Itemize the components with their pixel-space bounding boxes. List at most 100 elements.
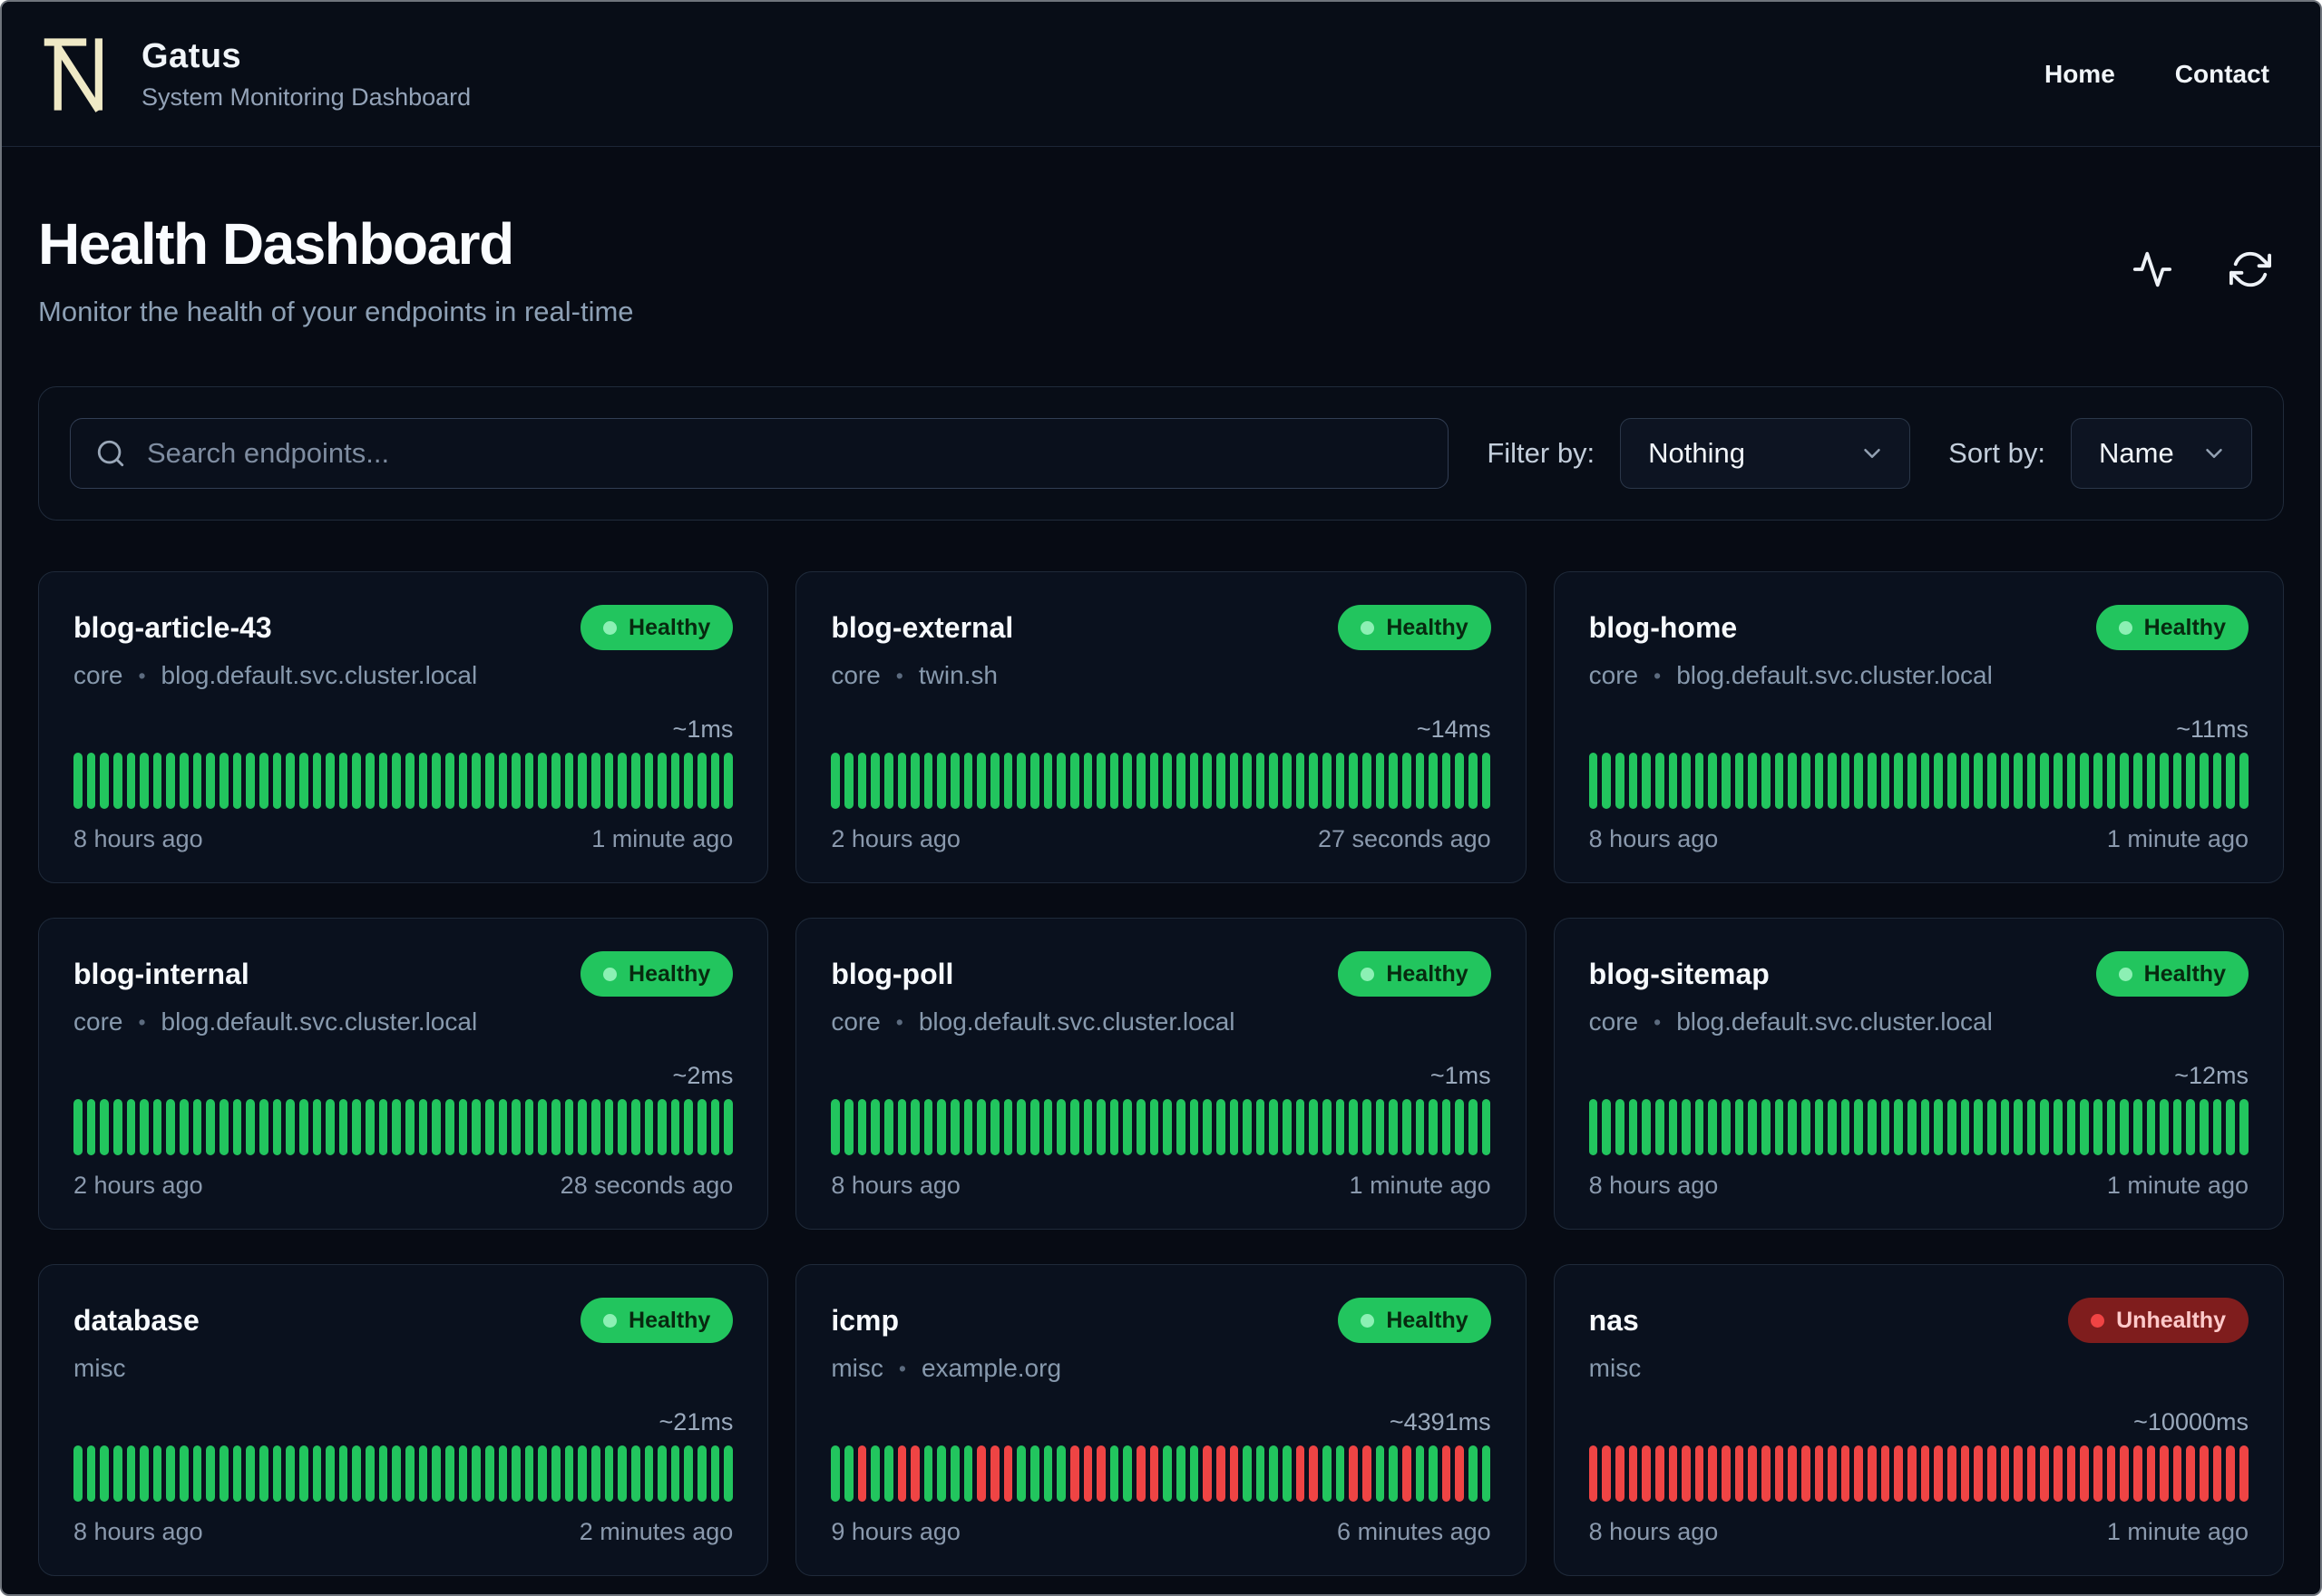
endpoint-card[interactable]: blog-external Healthy core • twin.sh ~14… — [795, 571, 1527, 883]
uptime-bar-ok — [724, 1445, 734, 1502]
uptime-bar-ok — [444, 1445, 454, 1502]
uptime-bar-ok — [684, 1099, 694, 1155]
uptime-bar-ok — [498, 753, 508, 809]
uptime-bar-ok — [844, 1099, 854, 1155]
endpoint-card[interactable]: blog-internal Healthy core • blog.defaul… — [38, 918, 769, 1230]
uptime-bar-ok — [1322, 1445, 1332, 1502]
uptime-bar-ok — [618, 753, 627, 809]
uptime-bar-ok — [392, 1445, 402, 1502]
uptime-bar-ok — [1682, 1099, 1691, 1155]
uptime-bar-ok — [871, 1099, 880, 1155]
card-footer: 8 hours ago 1 minute ago — [1589, 1172, 2249, 1200]
uptime-bar-ok — [2200, 753, 2209, 809]
endpoint-card[interactable]: blog-poll Healthy core • blog.default.sv… — [795, 918, 1527, 1230]
uptime-bar-ok — [1828, 753, 1837, 809]
uptime-bar-ok — [86, 753, 96, 809]
uptime-bar-ok — [2040, 1099, 2050, 1155]
uptime-bar-fail — [1229, 1445, 1239, 1502]
uptime-bar-ok — [86, 1445, 96, 1502]
endpoint-card[interactable]: icmp Healthy misc • example.org ~4391ms … — [795, 1264, 1527, 1576]
nav-home[interactable]: Home — [2044, 60, 2115, 89]
endpoint-host: blog.default.svc.cluster.local — [1676, 1007, 1993, 1036]
uptime-bar-ok — [1628, 1099, 1638, 1155]
sort-select[interactable]: Name — [2071, 418, 2252, 489]
uptime-bar-fail — [1137, 1445, 1146, 1502]
uptime-bar-ok — [1069, 753, 1079, 809]
endpoint-group: core — [73, 1007, 123, 1036]
oldest-timestamp: 8 hours ago — [1588, 1518, 1719, 1545]
uptime-bar-ok — [272, 1099, 282, 1155]
uptime-bar-fail — [1361, 1445, 1371, 1502]
brand-text: Gatus System Monitoring Dashboard — [141, 37, 471, 112]
activity-icon[interactable] — [2132, 248, 2173, 290]
uptime-bar-ok — [418, 753, 428, 809]
endpoint-meta: misc — [1589, 1354, 2249, 1383]
page: Gatus System Monitoring Dashboard Home C… — [0, 0, 2322, 1596]
uptime-bar-fail — [1960, 1445, 1970, 1502]
uptime-bar-ok — [1722, 1099, 1731, 1155]
refresh-icon[interactable] — [2229, 248, 2271, 290]
uptime-bar-fail — [1828, 1445, 1837, 1502]
uptime-bar-ok — [220, 753, 229, 809]
status-badge: Healthy — [580, 951, 734, 997]
uptime-bar-ok — [923, 1099, 933, 1155]
status-dot-icon — [2091, 1313, 2105, 1328]
uptime-bar-ok — [206, 1445, 216, 1502]
newest-timestamp: 1 minute ago — [1349, 1172, 1491, 1199]
uptime-bar-ok — [1628, 753, 1638, 809]
endpoint-group: core — [831, 1007, 881, 1036]
endpoint-card[interactable]: database Healthy misc ~21ms 8 hours ago … — [38, 1264, 769, 1576]
uptime-bar-ok — [378, 753, 388, 809]
uptime-bar-ok — [232, 753, 242, 809]
card-footer: 8 hours ago 1 minute ago — [73, 825, 733, 853]
uptime-bars — [831, 1099, 1491, 1155]
uptime-bar-ok — [1375, 1099, 1385, 1155]
uptime-bar-fail — [990, 1445, 1000, 1502]
uptime-bar-ok — [1057, 1445, 1066, 1502]
endpoint-card[interactable]: nas Unhealthy misc ~10000ms 8 hours ago … — [1553, 1264, 2284, 1576]
uptime-bar-ok — [1654, 1099, 1664, 1155]
newest-timestamp: 6 minutes ago — [1337, 1518, 1491, 1545]
uptime-bar-ok — [498, 1445, 508, 1502]
uptime-bar-fail — [1628, 1445, 1638, 1502]
endpoint-meta: core • twin.sh — [831, 661, 1490, 690]
uptime-bar-ok — [1401, 753, 1411, 809]
uptime-bar-ok — [512, 1445, 521, 1502]
endpoint-card[interactable]: blog-sitemap Healthy core • blog.default… — [1553, 918, 2284, 1230]
endpoint-meta: core • blog.default.svc.cluster.local — [1589, 1007, 2249, 1036]
gatus-logo-icon — [42, 29, 116, 120]
uptime-bar-ok — [312, 753, 322, 809]
latency-label: ~14ms — [1416, 715, 1491, 743]
uptime-bar-ok — [1017, 1099, 1026, 1155]
endpoint-group: misc — [831, 1354, 883, 1382]
uptime-bar-ok — [1615, 1099, 1624, 1155]
uptime-bar-ok — [1920, 753, 1930, 809]
nav-contact[interactable]: Contact — [2175, 60, 2269, 89]
uptime-bar-ok — [1189, 753, 1199, 809]
endpoint-grid: blog-article-43 Healthy core • blog.defa… — [38, 571, 2284, 1594]
uptime-bar-ok — [1243, 753, 1252, 809]
endpoint-card[interactable]: blog-article-43 Healthy core • blog.defa… — [38, 571, 769, 883]
uptime-bar-fail — [2200, 1445, 2209, 1502]
filter-select[interactable]: Nothing — [1620, 418, 1911, 489]
endpoint-card[interactable]: blog-home Healthy core • blog.default.sv… — [1553, 571, 2284, 883]
status-label: Healthy — [629, 960, 711, 987]
uptime-bar-ok — [1375, 1445, 1385, 1502]
uptime-bar-ok — [644, 1099, 654, 1155]
card-footer: 8 hours ago 1 minute ago — [1589, 1518, 2249, 1546]
latency-label: ~10000ms — [2133, 1408, 2249, 1435]
uptime-bar-ok — [1668, 1099, 1678, 1155]
uptime-bar-ok — [232, 1099, 242, 1155]
uptime-bar-fail — [1708, 1445, 1718, 1502]
uptime-bar-ok — [670, 1445, 680, 1502]
oldest-timestamp: 8 hours ago — [1588, 825, 1719, 852]
uptime-bar-ok — [1734, 1099, 1744, 1155]
status-dot-icon — [1361, 1313, 1375, 1328]
uptime-bar-ok — [405, 1099, 415, 1155]
search-input[interactable] — [70, 418, 1449, 489]
uptime-bar-ok — [2132, 753, 2142, 809]
card-header: blog-external Healthy — [831, 605, 1491, 650]
uptime-bar-ok — [1986, 1099, 1996, 1155]
uptime-bar-ok — [684, 753, 694, 809]
uptime-bar-fail — [1734, 1445, 1744, 1502]
